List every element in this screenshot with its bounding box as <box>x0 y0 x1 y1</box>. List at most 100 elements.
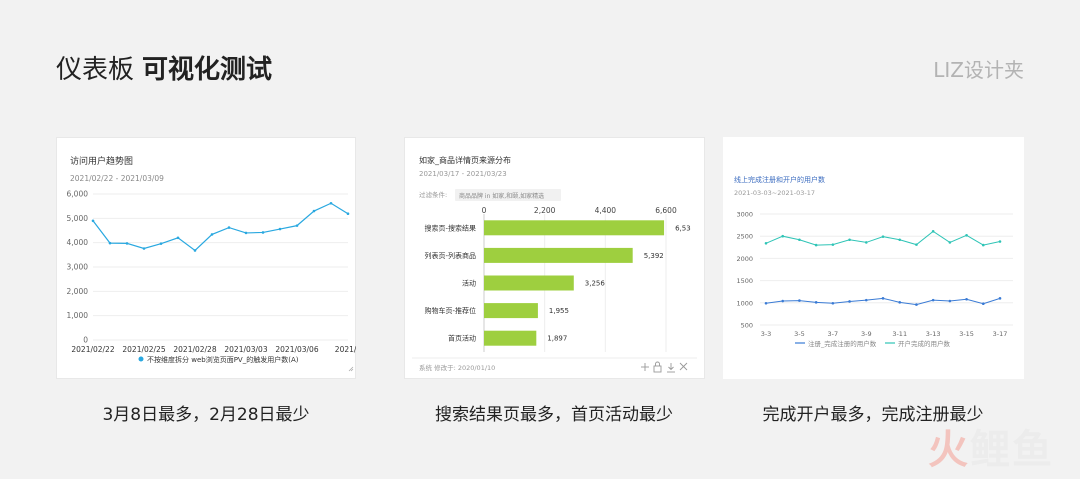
data-point[interactable] <box>864 241 868 244</box>
register-open-card: 线上完成注册和开户的用户数 2021-03-03~2021-03-17 3000… <box>723 137 1024 379</box>
legend-label[interactable]: 不按维度拆分 web浏览页面PV_的触发用户数(A) <box>147 355 299 364</box>
y-tick-label: 0 <box>83 336 88 345</box>
bar-value-label: 3,256 <box>585 280 606 288</box>
data-point[interactable] <box>948 241 952 244</box>
chart-subtitle: 2021-03-03~2021-03-17 <box>734 189 815 197</box>
x-tick-label: 3-13 <box>926 330 941 338</box>
data-point[interactable] <box>108 241 112 245</box>
data-point[interactable] <box>881 297 885 300</box>
data-point[interactable] <box>312 209 316 213</box>
caption-source-distribution: 搜索结果页最多，首页活动最少 <box>435 405 673 425</box>
chart-subtitle: 2021/02/22 - 2021/03/09 <box>70 174 164 183</box>
bar[interactable] <box>484 303 538 319</box>
data-point[interactable] <box>159 242 163 245</box>
x-axis: 2021/02/22 2021/02/25 2021/02/28 2021/03/03… <box>71 345 356 354</box>
x-tick-label: 3-7 <box>828 330 839 338</box>
data-point[interactable] <box>91 219 95 223</box>
data-point[interactable] <box>176 236 180 240</box>
data-point[interactable] <box>981 243 985 247</box>
brand-label: LIZ设计夹 <box>933 58 1024 82</box>
data-point[interactable] <box>915 243 918 246</box>
category-label: 搜索页-搜索结果 <box>424 223 476 232</box>
data-point[interactable] <box>346 212 350 216</box>
chart-title: 如家_商品详情页来源分布 <box>419 155 511 165</box>
data-point[interactable] <box>831 243 835 246</box>
data-point[interactable] <box>931 298 935 302</box>
data-point[interactable] <box>781 299 785 303</box>
category-label: 活动 <box>462 279 476 288</box>
data-point[interactable] <box>965 234 968 237</box>
data-point[interactable] <box>142 247 146 250</box>
chart-subtitle: 2021/03/17 - 2021/03/23 <box>419 170 507 178</box>
data-point[interactable] <box>125 242 129 245</box>
data-point[interactable] <box>764 242 768 245</box>
bar-value-label: 5,392 <box>644 252 664 260</box>
bar[interactable] <box>484 330 537 346</box>
data-point[interactable] <box>981 302 985 305</box>
y-tick-label: 2,000 <box>67 287 89 296</box>
data-point[interactable] <box>261 231 265 234</box>
x-tick-label: 3-11 <box>892 330 907 338</box>
y-tick-label: 5,000 <box>67 214 89 223</box>
x-tick-label: 3-15 <box>959 330 974 338</box>
x-tick-label: 3-5 <box>794 330 805 338</box>
y-tick-label: 1500 <box>736 277 753 285</box>
data-point[interactable] <box>814 301 818 304</box>
data-point[interactable] <box>764 301 768 305</box>
watermark-logo: 火鲤鱼 <box>928 427 1054 473</box>
filter-label: 过滤条件: <box>419 190 447 199</box>
category-label: 列表页-列表商品 <box>424 251 476 260</box>
data-point[interactable] <box>798 238 801 242</box>
bar-value-label: 6,53 <box>675 224 691 232</box>
data-point[interactable] <box>848 238 851 242</box>
data-point[interactable] <box>193 249 197 252</box>
data-point[interactable] <box>948 299 952 303</box>
bar[interactable] <box>484 247 633 263</box>
x-tick-label: 2021/02/25 <box>122 345 165 354</box>
legend-marker[interactable] <box>138 356 144 362</box>
data-point[interactable] <box>831 301 835 305</box>
data-point[interactable] <box>278 227 282 231</box>
data-point[interactable] <box>965 297 968 301</box>
data-point[interactable] <box>931 230 935 233</box>
data-point[interactable] <box>864 298 868 302</box>
data-point[interactable] <box>898 238 902 242</box>
x-tick-label: 2021/03/03 <box>224 345 267 354</box>
source-distribution-chart: 如家_商品详情页来源分布 2021/03/17 - 2021/03/23 过滤条… <box>404 137 705 379</box>
data-point[interactable] <box>210 233 214 236</box>
data-point[interactable] <box>798 299 801 302</box>
legend-open[interactable]: 开户完成的用户数 <box>898 339 951 348</box>
data-point[interactable] <box>998 297 1002 300</box>
y-tick-label: 1000 <box>736 299 753 307</box>
filter-chip[interactable]: 商品品牌 in 如家,和颐,如家精选 <box>459 192 544 200</box>
y-tick-label: 1,000 <box>67 311 89 320</box>
data-point[interactable] <box>998 240 1002 243</box>
y-tick-label: 2000 <box>736 255 753 263</box>
category-label: 首页活动 <box>448 334 476 343</box>
x-tick-label: 2021/02/28 <box>173 345 216 354</box>
x-tick-label: 6,600 <box>655 206 677 215</box>
bar[interactable] <box>484 220 665 236</box>
category-label: 购物车页-推荐位 <box>424 306 476 315</box>
page-title-bold: 可视化测试 <box>142 55 273 85</box>
data-point[interactable] <box>329 201 333 205</box>
visit-trend-card: 访问用户趋势图 2021/02/22 - 2021/03/09 6,000 5,0… <box>56 137 356 379</box>
x-tick-label: 4,400 <box>595 206 617 215</box>
legend-register[interactable]: 注册_完成注册的用户数 <box>808 339 877 348</box>
data-point[interactable] <box>898 301 902 304</box>
data-point[interactable] <box>814 243 818 247</box>
register-open-chart: 线上完成注册和开户的用户数 2021-03-03~2021-03-17 3000… <box>723 137 1024 379</box>
data-point[interactable] <box>295 224 299 227</box>
data-point[interactable] <box>781 234 785 238</box>
visit-trend-chart: 访问用户趋势图 2021/02/22 - 2021/03/09 6,000 5,0… <box>56 137 356 379</box>
data-point[interactable] <box>227 226 231 229</box>
data-point[interactable] <box>915 303 918 306</box>
data-point[interactable] <box>244 231 248 235</box>
bar[interactable] <box>484 275 574 291</box>
x-tick-label: 3-9 <box>861 330 872 338</box>
data-point[interactable] <box>848 300 851 303</box>
data-point[interactable] <box>881 235 885 238</box>
y-tick-label: 2500 <box>736 233 753 241</box>
y-tick-label: 6,000 <box>67 190 89 199</box>
caption-visit-trend: 3月8日最多，2月28日最少 <box>102 405 310 425</box>
